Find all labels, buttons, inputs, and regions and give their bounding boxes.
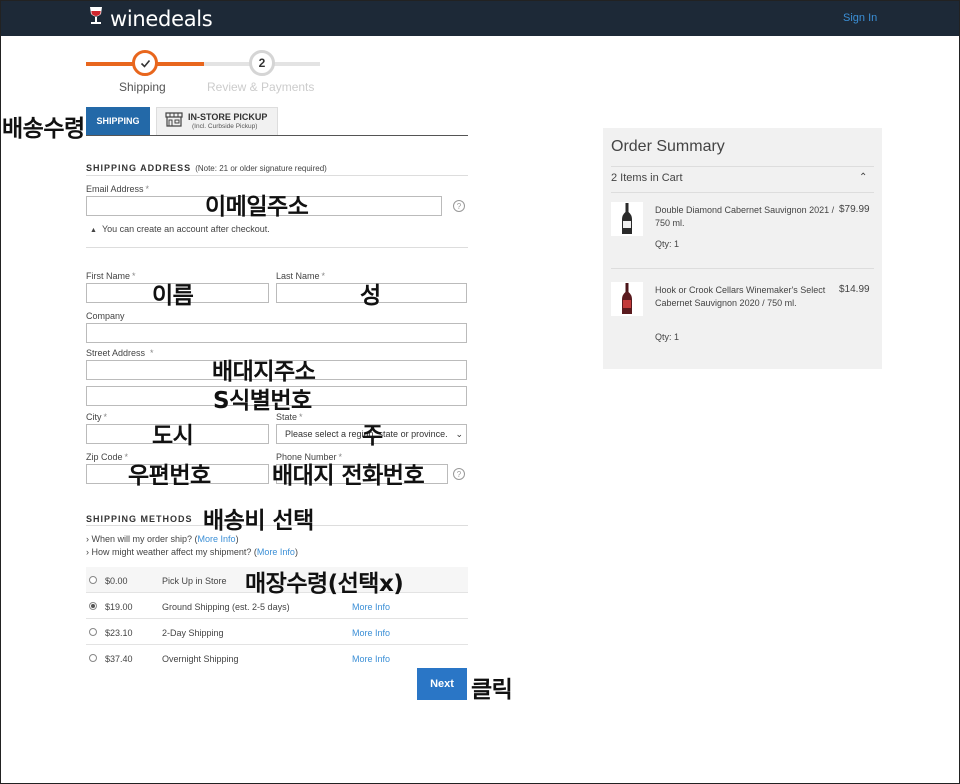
pickup-tab-text: IN-STORE PICKUP (Incl. Curbside Pickup) [188, 111, 268, 131]
summary-divider [611, 268, 874, 269]
weather-info: › How might weather affect my shipment? … [86, 547, 298, 557]
check-icon [140, 59, 150, 68]
shipping-method-name: 2-Day Shipping [162, 628, 224, 638]
cart-item: Double Diamond Cabernet Sauvignon 2021 /… [611, 202, 874, 262]
last-name-label: Last Name * [276, 271, 326, 281]
cart-item-qty: Qty: 1 [655, 332, 680, 342]
annotation-city: 도시 [152, 423, 194, 449]
more-info-link[interactable]: More Info [352, 628, 390, 638]
tab-in-store-pickup[interactable]: IN-STORE PICKUP (Incl. Curbside Pickup) [156, 107, 278, 135]
cart-item: Hook or Crook Cellars Winemaker's Select… [611, 282, 874, 352]
shipping-method-name: Pick Up in Store [162, 576, 227, 586]
help-icon[interactable]: ? [453, 468, 465, 480]
cart-item-name: Hook or Crook Cellars Winemaker's Select… [655, 285, 826, 308]
logo-text: winedeals [110, 6, 213, 31]
step-1-circle [132, 50, 158, 76]
weather-more-info-link[interactable]: More Info [257, 547, 295, 557]
ship-timing-more-info-link[interactable]: More Info [198, 534, 236, 544]
wine-glass-icon [88, 6, 104, 31]
tabs-divider [86, 135, 468, 136]
top-bar: winedeals Sign In [0, 0, 960, 36]
cart-item-price: $14.99 [839, 284, 870, 295]
chevron-up-icon[interactable]: ⌃ [859, 172, 867, 183]
shipping-address-title: SHIPPING ADDRESS (Note: 21 or older signa… [86, 163, 327, 173]
store-icon [165, 111, 183, 132]
annotation-email: 이메일주소 [205, 194, 309, 220]
more-info-link[interactable]: More Info [352, 602, 390, 612]
annotation-street2: S식별번호 [213, 388, 312, 414]
section-divider [86, 247, 468, 248]
tab-shipping[interactable]: SHIPPING [86, 107, 150, 135]
order-summary: Order Summary 2 Items in Cart ⌃ Double D… [603, 128, 882, 369]
zip-label: Zip Code * [86, 452, 129, 462]
wine-bottle-image [611, 282, 643, 316]
checkout-progress: 2 Shipping Review & Payments [86, 48, 326, 98]
sign-in-link[interactable]: Sign In [843, 12, 877, 24]
cart-item-name: Double Diamond Cabernet Sauvignon 2021 /… [655, 205, 835, 228]
cart-items-count[interactable]: 2 Items in Cart [611, 172, 683, 184]
annotation-state: 주 [362, 423, 383, 449]
shipping-option-2day[interactable]: $23.10 2-Day Shipping More Info [86, 619, 468, 645]
email-hint: ▲ You can create an account after checkou… [90, 224, 270, 234]
cart-item-price: $79.99 [839, 204, 870, 215]
shipping-radio[interactable] [89, 576, 97, 584]
annotation-shipping-tab: 배송수령 [2, 116, 85, 142]
next-button[interactable]: Next [417, 668, 467, 700]
shipping-method-name: Ground Shipping (est. 2-5 days) [162, 602, 290, 612]
annotation-first-name: 이름 [152, 283, 194, 309]
shipping-price: $0.00 [105, 576, 128, 586]
shipping-option-overnight[interactable]: $37.40 Overnight Shipping More Info [86, 645, 468, 671]
company-field[interactable] [86, 323, 467, 343]
pickup-tab-label: IN-STORE PICKUP [188, 111, 268, 122]
signature-note: (Note: 21 or older signature required) [195, 164, 327, 173]
help-icon[interactable]: ? [453, 200, 465, 212]
annotation-last-name: 성 [360, 283, 381, 309]
step-1-label: Shipping [119, 80, 166, 94]
pickup-tab-sublabel: (Incl. Curbside Pickup) [192, 122, 258, 130]
step-2-label: Review & Payments [207, 80, 315, 94]
street-address-label: Street Address * [86, 348, 154, 358]
annotation-pickup: 매장수령(선택x) [245, 571, 404, 597]
cart-item-qty: Qty: 1 [655, 239, 680, 249]
annotation-zip: 우편번호 [128, 463, 211, 489]
step-2-circle: 2 [249, 50, 275, 76]
first-name-label: First Name * [86, 271, 136, 281]
shipping-radio[interactable] [89, 654, 97, 662]
chevron-down-icon: ⌄ [455, 429, 463, 439]
shipping-price: $19.00 [105, 602, 133, 612]
shipping-method-name: Overnight Shipping [162, 654, 239, 664]
shipping-methods-title: SHIPPING METHODS [86, 514, 193, 524]
delivery-tabs: SHIPPING IN-STORE PICKUP (Incl. Curbside… [86, 107, 278, 135]
more-info-link[interactable]: More Info [352, 654, 390, 664]
city-label: City * [86, 412, 108, 422]
shipping-price: $37.40 [105, 654, 133, 664]
wine-bottle-image [611, 202, 643, 236]
shipping-radio[interactable] [89, 602, 97, 610]
annotation-shipping-method: 배송비 선택 [203, 508, 314, 534]
shipping-price: $23.10 [105, 628, 133, 638]
logo[interactable]: winedeals [88, 6, 213, 31]
order-summary-title: Order Summary [611, 138, 725, 155]
summary-divider [611, 166, 874, 167]
section-divider [86, 175, 468, 176]
summary-divider [611, 192, 874, 193]
company-label: Company [86, 311, 125, 321]
triangle-up-icon: ▲ [90, 227, 97, 234]
annotation-phone: 배대지 전화번호 [272, 463, 425, 489]
shipping-radio[interactable] [89, 628, 97, 636]
annotation-click: 클릭 [471, 677, 513, 703]
email-label: Email Address * [86, 184, 150, 194]
ship-timing-info: › When will my order ship? (More Info) [86, 534, 239, 544]
